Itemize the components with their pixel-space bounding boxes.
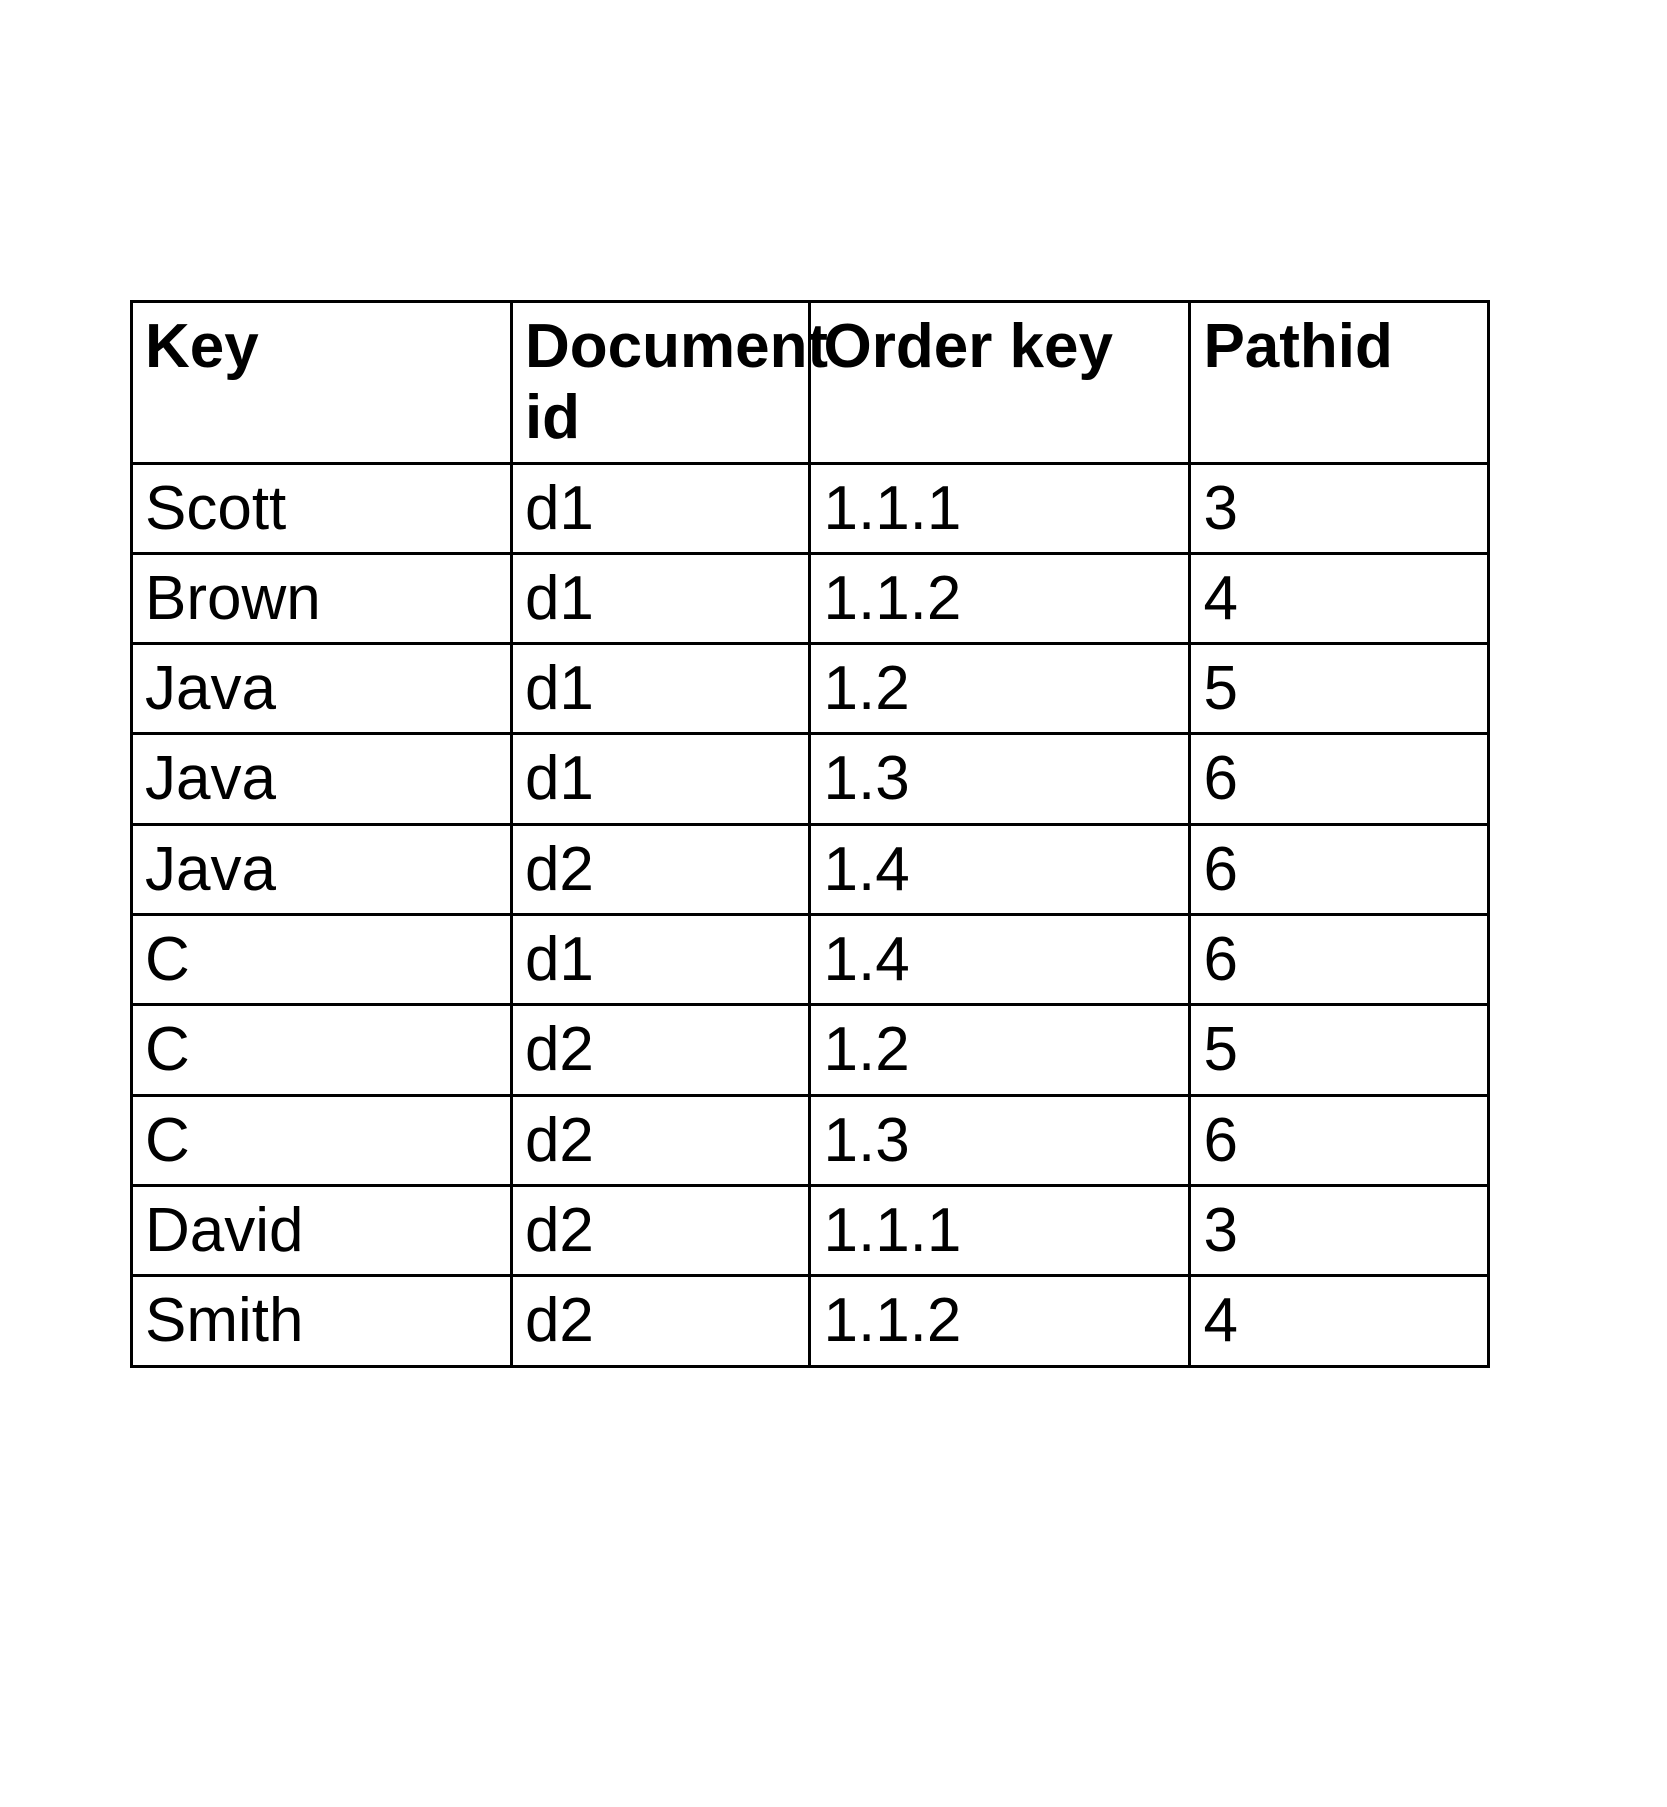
- cell-pathid: 3: [1190, 1185, 1489, 1275]
- header-key: Key: [132, 302, 512, 464]
- table-body: Scottd11.1.13Brownd11.1.24Javad11.25Java…: [132, 463, 1489, 1366]
- header-order-key: Order key: [810, 302, 1190, 464]
- cell-pathid: 6: [1190, 824, 1489, 914]
- cell-document-id: d2: [511, 1095, 810, 1185]
- cell-document-id: d1: [511, 644, 810, 734]
- table-header-row: Key Document id Order key Pathid: [132, 302, 1489, 464]
- cell-order-key: 1.3: [810, 1095, 1190, 1185]
- cell-pathid: 6: [1190, 915, 1489, 1005]
- cell-key: C: [132, 915, 512, 1005]
- cell-document-id: d1: [511, 734, 810, 824]
- table-row: Smithd21.1.24: [132, 1276, 1489, 1366]
- cell-order-key: 1.1.2: [810, 553, 1190, 643]
- cell-document-id: d1: [511, 553, 810, 643]
- table-head: Key Document id Order key Pathid: [132, 302, 1489, 464]
- cell-document-id: d2: [511, 824, 810, 914]
- cell-order-key: 1.4: [810, 915, 1190, 1005]
- header-pathid: Pathid: [1190, 302, 1489, 464]
- cell-key: Java: [132, 824, 512, 914]
- cell-order-key: 1.4: [810, 824, 1190, 914]
- cell-key: Brown: [132, 553, 512, 643]
- cell-key: Java: [132, 644, 512, 734]
- table-row: Davidd21.1.13: [132, 1185, 1489, 1275]
- table-row: Cd21.25: [132, 1005, 1489, 1095]
- cell-key: C: [132, 1095, 512, 1185]
- cell-pathid: 6: [1190, 1095, 1489, 1185]
- cell-pathid: 3: [1190, 463, 1489, 553]
- table-row: Javad11.25: [132, 644, 1489, 734]
- cell-order-key: 1.2: [810, 644, 1190, 734]
- cell-document-id: d2: [511, 1185, 810, 1275]
- cell-key: Java: [132, 734, 512, 824]
- header-document-id: Document id: [511, 302, 810, 464]
- table-row: Scottd11.1.13: [132, 463, 1489, 553]
- cell-order-key: 1.2: [810, 1005, 1190, 1095]
- cell-key: C: [132, 1005, 512, 1095]
- cell-key: Smith: [132, 1276, 512, 1366]
- table-row: Javad21.46: [132, 824, 1489, 914]
- cell-key: David: [132, 1185, 512, 1275]
- cell-document-id: d2: [511, 1276, 810, 1366]
- cell-order-key: 1.3: [810, 734, 1190, 824]
- table-row: Javad11.36: [132, 734, 1489, 824]
- cell-pathid: 5: [1190, 1005, 1489, 1095]
- cell-order-key: 1.1.1: [810, 1185, 1190, 1275]
- table-row: Cd21.36: [132, 1095, 1489, 1185]
- cell-pathid: 5: [1190, 644, 1489, 734]
- cell-document-id: d1: [511, 915, 810, 1005]
- table-row: Cd11.46: [132, 915, 1489, 1005]
- cell-pathid: 6: [1190, 734, 1489, 824]
- cell-order-key: 1.1.2: [810, 1276, 1190, 1366]
- cell-document-id: d1: [511, 463, 810, 553]
- table-row: Brownd11.1.24: [132, 553, 1489, 643]
- cell-key: Scott: [132, 463, 512, 553]
- cell-pathid: 4: [1190, 1276, 1489, 1366]
- data-table-container: Key Document id Order key Pathid Scottd1…: [130, 300, 1490, 1368]
- data-table: Key Document id Order key Pathid Scottd1…: [130, 300, 1490, 1368]
- cell-pathid: 4: [1190, 553, 1489, 643]
- cell-document-id: d2: [511, 1005, 810, 1095]
- cell-order-key: 1.1.1: [810, 463, 1190, 553]
